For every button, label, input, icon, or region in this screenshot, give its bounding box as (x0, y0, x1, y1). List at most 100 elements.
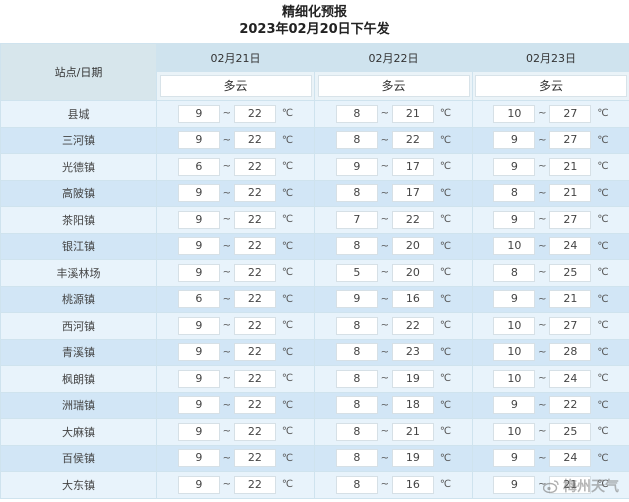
temp-min: 9 (335, 290, 378, 309)
temp-max: 20 (391, 263, 434, 282)
temp-cell: 9 ~22 ℃ (156, 259, 315, 287)
temp-separator: ~ (538, 346, 547, 358)
temp-separator: ~ (380, 452, 390, 464)
temp-unit: ℃ (439, 214, 452, 226)
temp-cell: 6 ~22 ℃ (156, 153, 315, 181)
temp-max: 27 (549, 104, 592, 123)
temp-cell: 9 ~22 ℃ (156, 232, 315, 260)
temp-unit: ℃ (281, 134, 294, 146)
temp-cell: 5 ~20 ℃ (314, 259, 473, 287)
temp-unit: ℃ (439, 267, 452, 279)
temp-max: 17 (391, 157, 434, 176)
temp-min: 10 (493, 316, 536, 335)
temp-max: 21 (549, 157, 592, 176)
temp-min: 9 (493, 131, 536, 150)
temp-separator: ~ (538, 320, 547, 332)
temp-cell: 9 ~27 ℃ (472, 206, 629, 234)
table-row: 光德镇 6 ~22 ℃ 9 ~17 ℃ 9 ~21 ℃ (0, 153, 629, 181)
temp-unit: ℃ (597, 399, 609, 411)
station-name: 高陂镇 (0, 179, 157, 207)
temp-max: 24 (549, 449, 592, 468)
temp-cell: 8 ~17 ℃ (314, 179, 473, 207)
temp-unit: ℃ (281, 426, 294, 438)
temp-separator: ~ (538, 108, 547, 120)
temp-unit: ℃ (439, 134, 452, 146)
page-title: 精细化预报 (281, 5, 347, 20)
temp-separator: ~ (538, 240, 547, 252)
temp-max: 22 (233, 157, 276, 176)
temp-unit: ℃ (597, 161, 609, 173)
temp-unit: ℃ (597, 346, 609, 358)
temp-cell: 8 ~21 ℃ (472, 179, 629, 207)
temp-max: 27 (549, 210, 592, 229)
temp-unit: ℃ (281, 320, 294, 332)
temp-separator: ~ (538, 161, 547, 173)
temp-separator: ~ (222, 346, 232, 358)
watermark: 梅州天气 (542, 476, 619, 496)
temp-separator: ~ (380, 161, 390, 173)
page-subtitle: 2023年02月20日下午发 (239, 22, 390, 37)
temp-min: 9 (177, 316, 220, 335)
temp-cell: 9 ~22 ℃ (156, 365, 315, 393)
temp-min: 8 (335, 396, 378, 415)
temp-max: 22 (233, 343, 276, 362)
temp-min: 9 (335, 157, 378, 176)
forecast-table: 站点/日期 02月21日 02月22日 02月23日 多云 多云 多云 县城 9 ~… (0, 43, 629, 499)
temp-min: 10 (493, 369, 536, 388)
temp-cell: 8 ~22 ℃ (314, 312, 473, 340)
temp-unit: ℃ (281, 452, 294, 464)
temp-separator: ~ (222, 161, 232, 173)
table-row: 青溪镇 9 ~22 ℃ 8 ~23 ℃ 10 ~28 ℃ (0, 338, 629, 366)
temp-max: 21 (549, 290, 592, 309)
watermark-text: 梅州天气 (563, 479, 619, 495)
temp-separator: ~ (222, 134, 232, 146)
temp-max: 16 (391, 290, 434, 309)
temp-min: 9 (177, 184, 220, 203)
temp-cell: 8 ~16 ℃ (314, 471, 473, 499)
temp-cell: 8 ~19 ℃ (314, 365, 473, 393)
temp-max: 21 (549, 184, 592, 203)
temp-separator: ~ (380, 320, 390, 332)
temp-max: 22 (233, 422, 276, 441)
temp-unit: ℃ (439, 479, 452, 491)
temp-max: 22 (233, 237, 276, 256)
temp-min: 8 (493, 263, 536, 282)
temp-separator: ~ (380, 426, 390, 438)
temp-cell: 8 ~20 ℃ (314, 232, 473, 260)
forecast-rows: 县城 9 ~22 ℃ 8 ~21 ℃ 10 ~27 ℃ 三河镇 9 ~22 ℃ 8 ~22 ℃ 9 ~27 ℃ 光德镇 6… (0, 100, 629, 499)
station-name: 银江镇 (0, 232, 157, 260)
temp-cell: 8 ~18 ℃ (314, 391, 473, 419)
temp-max: 22 (233, 290, 276, 309)
temp-unit: ℃ (281, 240, 294, 252)
temp-max: 22 (391, 210, 434, 229)
temp-max: 22 (233, 396, 276, 415)
temp-unit: ℃ (281, 161, 294, 173)
temp-max: 21 (391, 104, 434, 123)
temp-max: 22 (233, 369, 276, 388)
temp-min: 9 (177, 369, 220, 388)
temp-min: 9 (177, 104, 220, 123)
temp-unit: ℃ (597, 214, 609, 226)
temp-separator: ~ (380, 108, 390, 120)
table-row: 百侯镇 9 ~22 ℃ 8 ~19 ℃ 9 ~24 ℃ (0, 444, 629, 472)
station-name: 枫朗镇 (0, 365, 157, 393)
temp-unit: ℃ (439, 293, 452, 305)
temp-min: 9 (493, 449, 536, 468)
temp-separator: ~ (222, 452, 232, 464)
temp-min: 9 (177, 449, 220, 468)
temp-min: 9 (493, 475, 536, 494)
temp-unit: ℃ (439, 373, 452, 385)
temp-unit: ℃ (281, 267, 294, 279)
temp-min: 8 (335, 131, 378, 150)
temp-unit: ℃ (597, 240, 609, 252)
table-row: 丰溪林场 9 ~22 ℃ 5 ~20 ℃ 8 ~25 ℃ (0, 259, 629, 287)
temp-separator: ~ (222, 426, 232, 438)
temp-separator: ~ (538, 452, 547, 464)
station-name: 丰溪林场 (0, 259, 157, 287)
temp-min: 9 (177, 396, 220, 415)
temp-unit: ℃ (439, 452, 452, 464)
temp-min: 5 (335, 263, 378, 282)
temp-separator: ~ (380, 373, 390, 385)
temp-max: 22 (233, 210, 276, 229)
temp-min: 9 (177, 475, 220, 494)
